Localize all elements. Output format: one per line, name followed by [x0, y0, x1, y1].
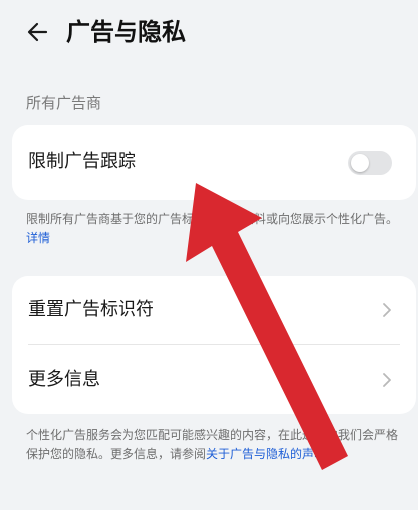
app-header: 广告与隐私	[0, 0, 418, 64]
toggle-knob	[351, 154, 369, 172]
description-hidden-mid: 识符	[194, 212, 219, 226]
reset-ad-id-label: 重置广告标识符	[28, 299, 154, 320]
options-list-card: 重置广告标识符 更多信息	[12, 276, 416, 414]
footer-text-suffix: 。	[326, 447, 339, 461]
chevron-right-icon	[383, 303, 391, 317]
description-prefix: 限制所有广告商基于您的广告标	[26, 212, 195, 226]
privacy-statement-link[interactable]: 关于广告与隐私的声明	[206, 447, 326, 461]
arrow-left-icon	[27, 22, 48, 42]
back-button[interactable]	[22, 16, 54, 48]
chevron-right-icon	[383, 373, 391, 387]
more-info-label: 更多信息	[28, 369, 100, 390]
details-link[interactable]: 详情	[26, 231, 50, 245]
limit-tracking-label: 限制广告跟踪	[28, 151, 136, 172]
privacy-footer-text: 个性化广告服务会为您匹配可能感兴趣的内容，在此过程中我们会严格保护您的隐私。更多…	[26, 426, 402, 464]
reset-ad-id-row[interactable]: 重置广告标识符	[12, 276, 416, 344]
description-suffix: 个人资料或向您展示个性化广告。	[218, 212, 399, 226]
list-divider	[28, 344, 400, 345]
limit-tracking-toggle[interactable]	[348, 151, 392, 175]
limit-tracking-card: 限制广告跟踪	[12, 125, 416, 200]
more-info-row[interactable]: 更多信息	[12, 346, 416, 414]
section-label: 所有广告商	[26, 94, 102, 112]
limit-tracking-description: 限制所有广告商基于您的广告标识符个人资料或向您展示个性化广告。详情	[26, 210, 402, 248]
page-title: 广告与隐私	[66, 18, 186, 46]
